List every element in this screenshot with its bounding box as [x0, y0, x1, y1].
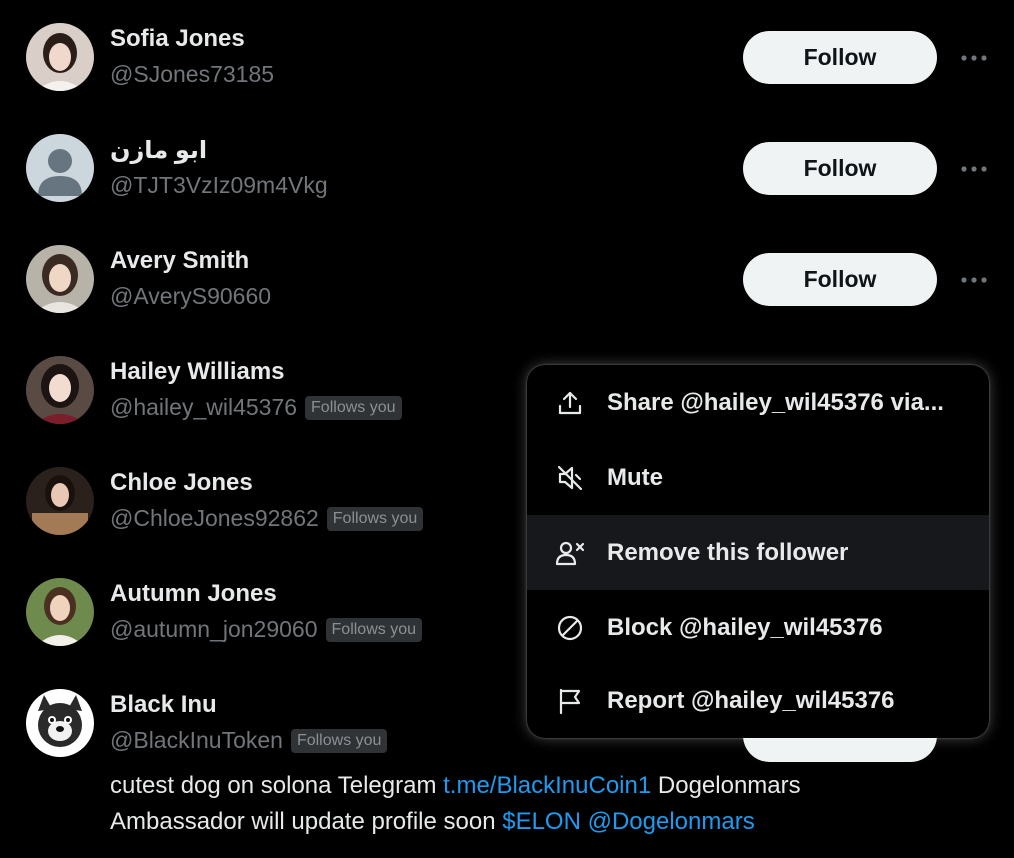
avatar[interactable]	[26, 467, 94, 535]
bio-cashtag-link[interactable]: $ELON	[502, 808, 581, 835]
menu-item-mute[interactable]: Mute	[527, 440, 989, 515]
user-handle[interactable]: @SJones73185	[110, 61, 274, 88]
user-name[interactable]: Hailey Williams	[110, 358, 285, 386]
user-actions-menu: Share @hailey_wil45376 via... Mute Remov…	[527, 365, 989, 738]
avatar[interactable]	[26, 578, 94, 646]
menu-item-label: Share @hailey_wil45376 via...	[607, 388, 944, 416]
user-name[interactable]: ابو مازن	[110, 136, 207, 165]
follows-you-badge: Follows you	[325, 617, 422, 642]
menu-item-label: Report @hailey_wil45376	[607, 686, 895, 714]
user-name[interactable]: Sofia Jones	[110, 25, 245, 53]
avatar-default[interactable]	[26, 134, 94, 202]
user-handle[interactable]: @hailey_wil45376	[110, 394, 297, 421]
menu-item-share[interactable]: Share @hailey_wil45376 via...	[527, 365, 989, 440]
follow-button[interactable]: Follow	[743, 253, 937, 306]
user-handle[interactable]: @ChloeJones92862	[110, 505, 319, 532]
bio-link-telegram[interactable]: t.me/BlackInuCoin1	[443, 772, 651, 799]
handle-line: @SJones73185	[110, 61, 274, 88]
user-row[interactable]: Sofia Jones @SJones73185 Follow	[0, 0, 1014, 111]
more-icon	[961, 277, 987, 283]
more-icon	[961, 166, 987, 172]
menu-item-remove-follower[interactable]: Remove this follower	[527, 515, 989, 590]
bio-text	[581, 808, 588, 835]
handle-line: @AveryS90660	[110, 283, 271, 310]
share-icon	[555, 388, 585, 418]
follows-you-badge: Follows you	[305, 395, 402, 420]
follows-you-badge: Follows you	[326, 506, 424, 531]
menu-item-report[interactable]: Report @hailey_wil45376	[527, 663, 989, 738]
handle-line: @TJT3VzIz09m4Vkg	[110, 172, 328, 199]
avatar[interactable]	[26, 23, 94, 91]
handle-line: @autumn_jon29060 Follows you	[110, 616, 422, 643]
mute-icon	[555, 463, 585, 493]
follows-you-badge: Follows you	[290, 728, 388, 753]
user-row[interactable]: ابو مازن @TJT3VzIz09m4Vkg Follow	[0, 111, 1014, 222]
block-icon	[555, 613, 585, 643]
user-name[interactable]: Avery Smith	[110, 247, 249, 275]
user-handle[interactable]: @BlackInuToken	[110, 727, 283, 754]
handle-line: @hailey_wil45376 Follows you	[110, 394, 402, 421]
remove-follower-icon	[555, 538, 585, 568]
menu-item-label: Remove this follower	[607, 538, 849, 566]
user-handle[interactable]: @autumn_jon29060	[110, 616, 318, 643]
more-icon	[961, 55, 987, 61]
more-options-button[interactable]	[958, 154, 990, 184]
more-options-button[interactable]	[958, 43, 990, 73]
menu-item-block[interactable]: Block @hailey_wil45376	[527, 590, 989, 665]
user-name[interactable]: Chloe Jones	[110, 469, 253, 497]
handle-line: @ChloeJones92862 Follows you	[110, 505, 424, 532]
avatar[interactable]	[26, 689, 94, 757]
handle-line: @BlackInuToken Follows you	[110, 727, 388, 754]
avatar[interactable]	[26, 245, 94, 313]
flag-icon	[555, 686, 585, 716]
user-name[interactable]: Autumn Jones	[110, 580, 277, 608]
user-bio: cutest dog on solona Telegram t.me/Black…	[110, 768, 910, 840]
avatar[interactable]	[26, 356, 94, 424]
follow-button[interactable]: Follow	[743, 31, 937, 84]
user-handle[interactable]: @AveryS90660	[110, 283, 271, 310]
bio-mention-link[interactable]: @Dogelonmars	[588, 808, 755, 835]
menu-item-label: Block @hailey_wil45376	[607, 613, 883, 641]
bio-text: cutest dog on solona Telegram	[110, 772, 444, 799]
follow-button[interactable]: Follow	[743, 142, 937, 195]
user-name[interactable]: Black Inu	[110, 691, 217, 719]
user-row[interactable]: Avery Smith @AveryS90660 Follow	[0, 222, 1014, 333]
more-options-button[interactable]	[958, 265, 990, 295]
menu-item-label: Mute	[607, 463, 663, 491]
user-handle[interactable]: @TJT3VzIz09m4Vkg	[110, 172, 328, 199]
